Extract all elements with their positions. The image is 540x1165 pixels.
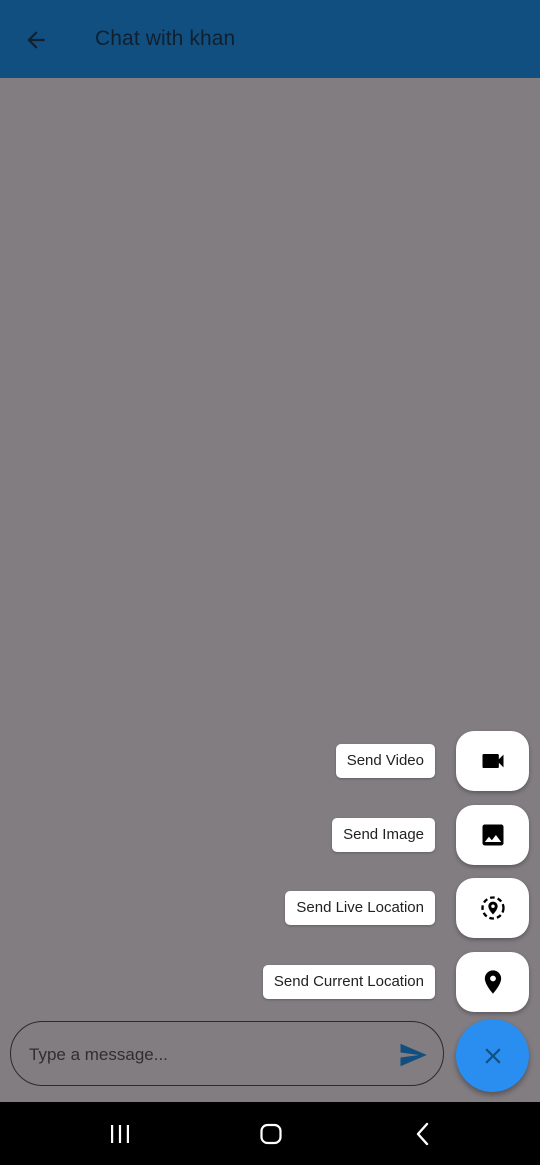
fab-label-send-current-location[interactable]: Send Current Location xyxy=(262,964,435,999)
send-image-button[interactable] xyxy=(456,804,529,865)
message-input[interactable] xyxy=(27,1036,391,1074)
live-location-icon xyxy=(480,895,505,920)
fab-item-send-live-location[interactable]: Send Live Location xyxy=(285,877,529,938)
nav-home-button[interactable] xyxy=(251,1114,291,1154)
app-bar: Chat with khan xyxy=(0,0,540,78)
close-menu-button[interactable] xyxy=(456,1019,529,1092)
arrow-back-icon xyxy=(27,31,45,49)
videocam-icon xyxy=(482,753,503,768)
nav-recents-button[interactable] xyxy=(100,1114,140,1154)
system-nav-bar xyxy=(0,1102,540,1165)
page-title: Chat with khan xyxy=(95,27,236,50)
fab-label-send-image[interactable]: Send Image xyxy=(332,817,435,852)
location-pin-icon xyxy=(484,969,501,994)
fab-item-send-current-location[interactable]: Send Current Location xyxy=(262,951,529,1012)
fab-item-send-image[interactable]: Send Image xyxy=(332,804,529,865)
home-icon xyxy=(260,1123,282,1145)
send-current-location-button[interactable] xyxy=(456,951,529,1012)
nav-back-button[interactable] xyxy=(403,1114,443,1154)
back-icon xyxy=(416,1122,429,1146)
back-button[interactable] xyxy=(14,18,58,62)
message-composer xyxy=(10,1021,444,1086)
send-icon xyxy=(400,1043,427,1067)
fab-item-send-video[interactable]: Send Video xyxy=(335,730,529,791)
fab-label-send-live-location[interactable]: Send Live Location xyxy=(285,890,435,925)
recents-icon xyxy=(111,1125,129,1143)
chat-messages-area xyxy=(0,78,540,1102)
send-button[interactable] xyxy=(395,1037,431,1073)
send-video-button[interactable] xyxy=(456,730,529,791)
fab-label-send-video[interactable]: Send Video xyxy=(335,743,435,778)
close-icon xyxy=(484,1047,501,1064)
send-live-location-button[interactable] xyxy=(456,877,529,938)
image-icon xyxy=(482,824,503,845)
